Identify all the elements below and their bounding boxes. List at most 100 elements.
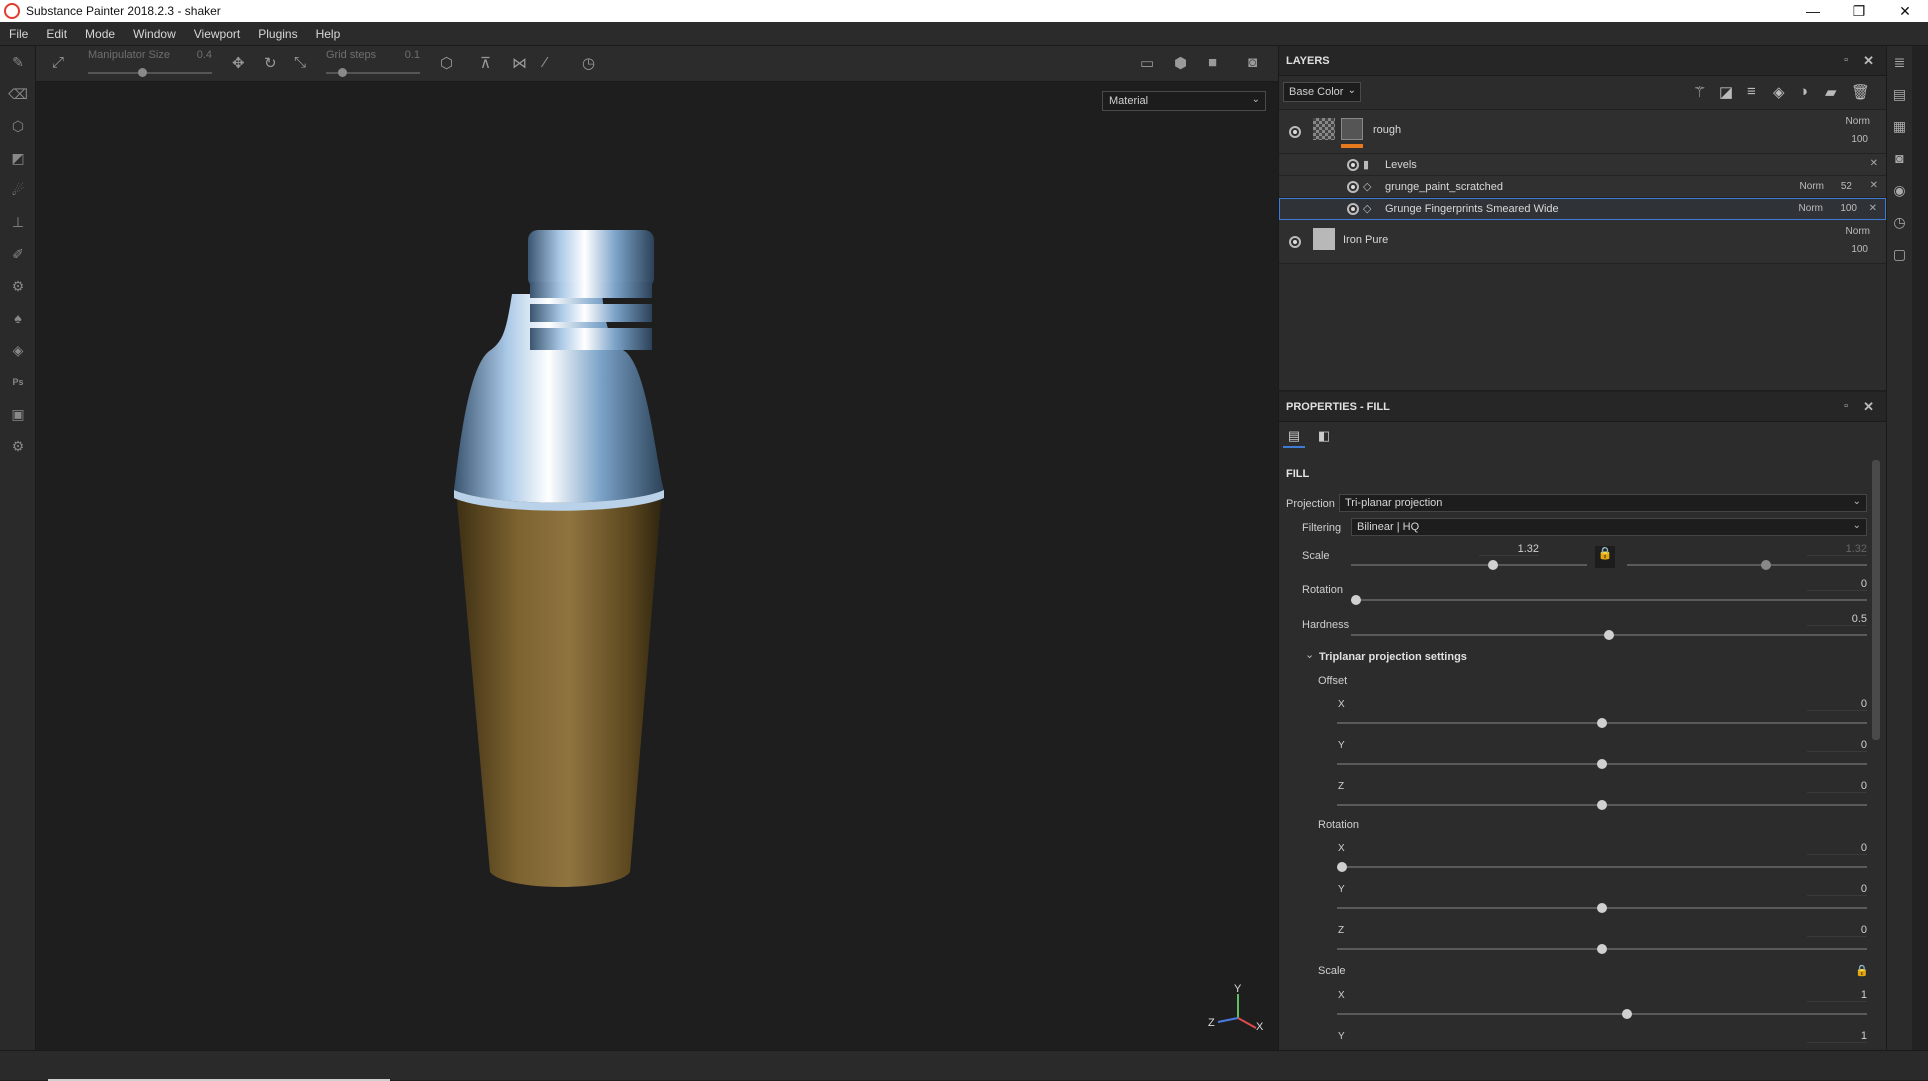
menu-help[interactable]: Help	[307, 27, 350, 41]
menu-window[interactable]: Window	[124, 27, 185, 41]
layer-rough[interactable]: rough Norm 100	[1279, 110, 1886, 154]
shelf-icon[interactable]: ⚙	[0, 270, 36, 302]
close-panel-icon[interactable]: ✕	[1863, 53, 1874, 69]
settings-icon[interactable]: ⚙	[0, 430, 36, 462]
rotation-z-value[interactable]: 0	[1807, 924, 1867, 937]
close-panel-icon[interactable]: ✕	[1863, 399, 1874, 415]
paint-brush-icon[interactable]: ✎	[0, 46, 36, 78]
blend-mode-select[interactable]: Norm	[1846, 226, 1870, 237]
offset-y-knob[interactable]	[1597, 759, 1607, 769]
scale-x-value[interactable]: 1	[1807, 989, 1867, 1002]
history-dock-icon[interactable]: ◷	[1887, 206, 1912, 238]
scale-y-value[interactable]: 1	[1807, 1030, 1867, 1043]
menu-mode[interactable]: Mode	[76, 27, 124, 41]
offset-y-value[interactable]: 0	[1807, 739, 1867, 752]
bake-icon[interactable]: ♠	[0, 302, 36, 334]
scale-slider-knob[interactable]	[1488, 560, 1498, 570]
rotation-x-knob[interactable]	[1337, 862, 1347, 872]
rotation-z-knob[interactable]	[1597, 944, 1607, 954]
maximize-button[interactable]: ❐	[1836, 0, 1882, 22]
layers-dock-icon[interactable]: ≣	[1887, 46, 1912, 78]
fill-settings-tab-icon[interactable]: ▤	[1283, 428, 1305, 448]
menu-plugins[interactable]: Plugins	[249, 27, 306, 41]
symmetry-icon[interactable]: ⤢	[52, 54, 64, 71]
offset-z-value[interactable]: 0	[1807, 780, 1867, 793]
visibility-eye-icon[interactable]	[1289, 126, 1301, 138]
screenshot-icon[interactable]: ◙	[1248, 54, 1257, 71]
mask-thumbnail[interactable]	[1341, 118, 1363, 140]
projection-select[interactable]: Tri-planar projection ⌄	[1339, 494, 1867, 512]
menu-edit[interactable]: Edit	[37, 27, 76, 41]
offset-x-value[interactable]: 0	[1807, 698, 1867, 711]
scale-value[interactable]: 1.32	[1479, 543, 1539, 556]
opacity-value[interactable]: 100	[1840, 203, 1857, 214]
rotation-y-knob[interactable]	[1597, 903, 1607, 913]
scale-x-track[interactable]	[1337, 1013, 1867, 1015]
move-icon[interactable]: ✥	[232, 54, 245, 72]
manipulator-size-slider[interactable]: Manipulator Size 0.4	[88, 49, 212, 77]
rotation-x-track[interactable]	[1337, 866, 1867, 868]
texture-set-list-icon[interactable]: ▤	[1887, 78, 1912, 110]
align-icon[interactable]: ⊼	[480, 54, 491, 72]
3d-viewport[interactable]	[36, 82, 1278, 1050]
effect-grunge-paint[interactable]: ◇ grunge_paint_scratched Norm 52 ✕	[1279, 176, 1886, 198]
texture-set-icon[interactable]: ◈	[0, 334, 36, 366]
rotation-slider-knob[interactable]	[1351, 595, 1361, 605]
visibility-eye-icon[interactable]	[1289, 236, 1301, 248]
scale-slider-track[interactable]	[1351, 564, 1587, 566]
menu-viewport[interactable]: Viewport	[185, 27, 249, 41]
add-effect-icon[interactable]: ⚚	[1693, 83, 1706, 101]
polygon-fill-icon[interactable]: ◩	[0, 142, 36, 174]
color-picker-icon[interactable]: ✐	[0, 238, 36, 270]
delete-layer-icon[interactable]: 🗑	[1851, 83, 1870, 101]
offset-z-knob[interactable]	[1597, 800, 1607, 810]
remove-effect-icon[interactable]: ✕	[1870, 158, 1878, 169]
offset-x-knob[interactable]	[1597, 718, 1607, 728]
export-icon[interactable]: ▣	[0, 398, 36, 430]
projection-icon[interactable]: ⬡	[0, 110, 36, 142]
display-settings-icon[interactable]: ◙	[1887, 142, 1912, 174]
opacity-value[interactable]: 100	[1851, 134, 1868, 145]
rotate-icon[interactable]: ↻	[264, 54, 277, 72]
menu-file[interactable]: File	[0, 27, 37, 41]
blend-mode-select[interactable]: Norm	[1800, 181, 1824, 192]
add-fill-layer-icon[interactable]: ◈	[1773, 83, 1785, 101]
channel-select[interactable]: Base Color ⌄	[1283, 82, 1361, 102]
camera-icon[interactable]: ■	[1208, 54, 1217, 71]
rotation-value[interactable]: 0	[1807, 578, 1867, 591]
chevron-down-icon[interactable]: ⌄	[1305, 648, 1314, 661]
shader-settings-icon[interactable]: ◉	[1887, 174, 1912, 206]
opacity-value[interactable]: 52	[1841, 181, 1852, 192]
hardness-slider-knob[interactable]	[1604, 630, 1614, 640]
add-layer-icon[interactable]: ≡	[1747, 83, 1756, 100]
rotation-slider-track[interactable]	[1351, 599, 1867, 601]
add-folder-icon[interactable]: ▰	[1825, 83, 1837, 101]
scale-icon[interactable]: ⤡	[294, 54, 306, 71]
smudge-icon[interactable]: ☄	[0, 174, 36, 206]
rotation-x-value[interactable]: 0	[1807, 842, 1867, 855]
viewport-mode-select[interactable]: Material ⌄	[1102, 91, 1266, 111]
opacity-value[interactable]: 100	[1851, 244, 1868, 255]
visibility-eye-icon[interactable]	[1347, 159, 1359, 171]
photoshop-icon[interactable]: Ps	[0, 366, 36, 398]
add-mask-icon[interactable]: ◪	[1719, 83, 1733, 101]
close-button[interactable]: ✕	[1882, 0, 1928, 22]
maximize-panel-icon[interactable]: ▫	[1844, 54, 1848, 66]
triplanar-section-title[interactable]: Triplanar projection settings	[1319, 651, 1467, 663]
blend-mode-select[interactable]: Norm	[1799, 203, 1823, 214]
material-tab-icon[interactable]: ◧	[1313, 428, 1335, 448]
cube-icon[interactable]: ⬡	[440, 54, 453, 72]
effect-levels[interactable]: ▮ Levels ✕	[1279, 154, 1886, 176]
blend-mode-select[interactable]: Norm	[1846, 116, 1870, 127]
snap-icon[interactable]: ⁄	[544, 54, 547, 71]
hardness-value[interactable]: 0.5	[1807, 613, 1867, 626]
lock-icon[interactable]: 🔒	[1595, 546, 1615, 568]
eraser-icon[interactable]: ⌫	[0, 78, 36, 110]
3d-view-icon[interactable]: ⬢	[1174, 54, 1187, 72]
grid-steps-slider[interactable]: Grid steps 0.1	[326, 49, 420, 77]
scale-x-knob[interactable]	[1622, 1009, 1632, 1019]
add-smart-material-icon[interactable]: ◑	[1799, 83, 1808, 100]
remove-effect-icon[interactable]: ✕	[1870, 180, 1878, 191]
maximize-panel-icon[interactable]: ▫	[1844, 400, 1848, 412]
visibility-eye-icon[interactable]	[1347, 181, 1359, 193]
